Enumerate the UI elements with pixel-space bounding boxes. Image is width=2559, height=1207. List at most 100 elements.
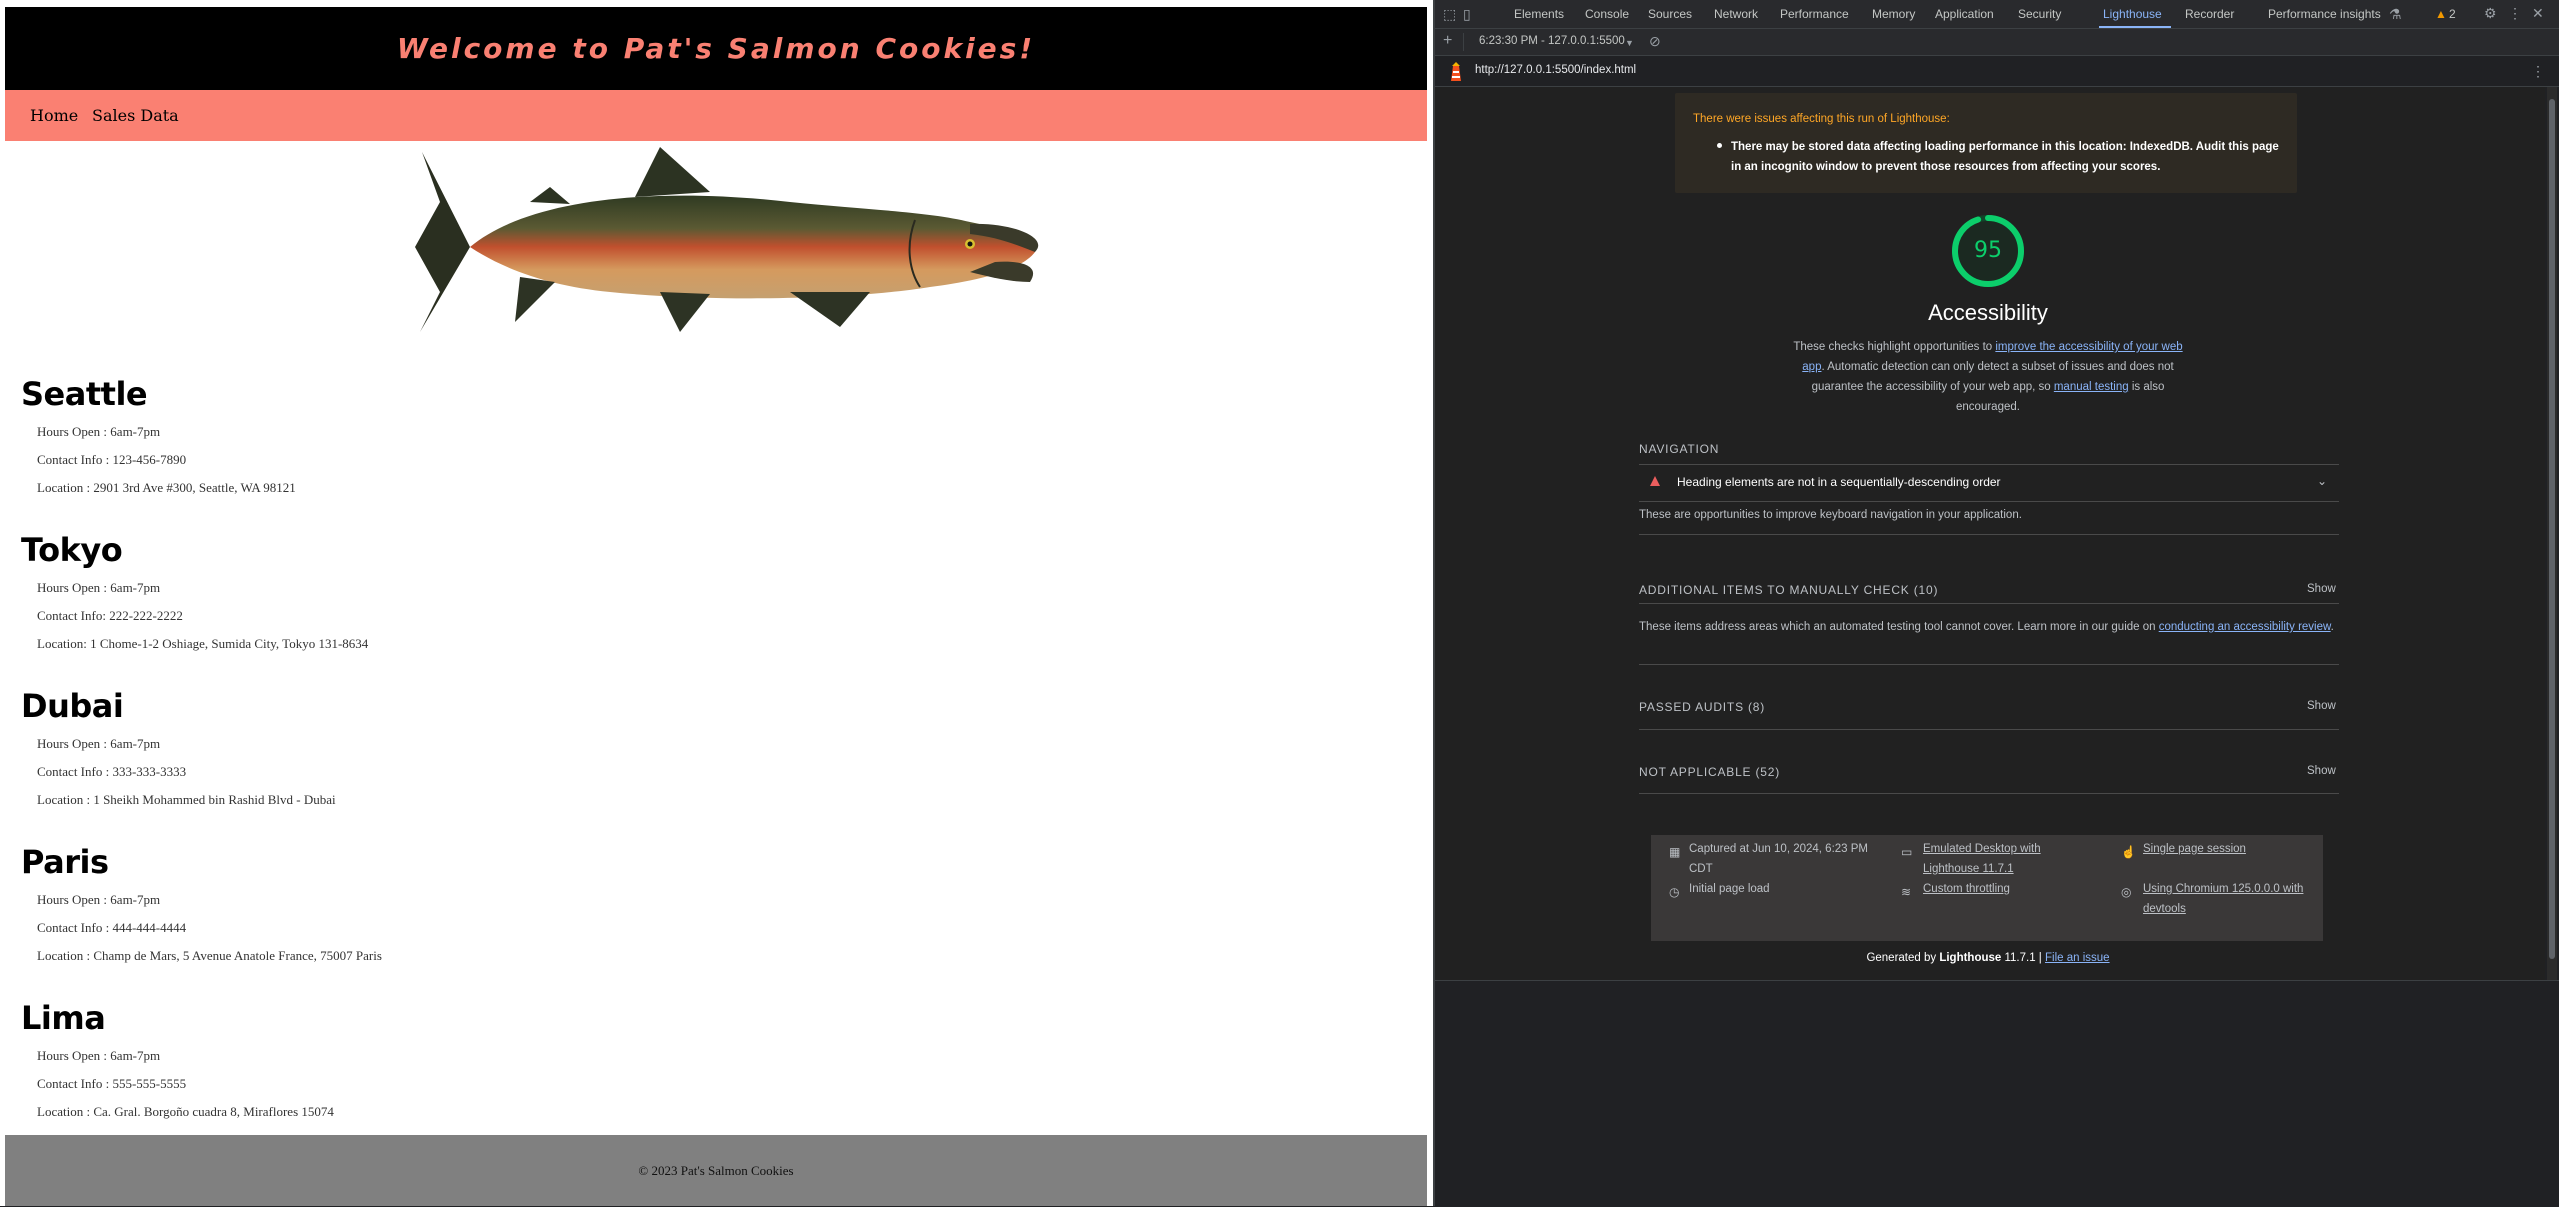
lighthouse-toolbar: + 6:23:30 PM - 127.0.0.1:5500 ▼ ⊘ [1435,29,2559,56]
manual-testing-link[interactable]: manual testing [2054,381,2129,393]
group-navigation-title: NAVIGATION [1639,442,1720,456]
group-not-applicable-title[interactable]: NOT APPLICABLE (52) [1639,765,1780,779]
lighthouse-report: There were issues affecting this run of … [1435,87,2545,980]
location-hours: Hours Open : 6am-7pm [37,1048,161,1063]
group-manual-title[interactable]: ADDITIONAL ITEMS TO MANUALLY CHECK (10) [1639,583,1938,597]
location-address: Location: 1 Chome-1-2 Oshiage, Sumida Ci… [37,636,369,651]
group-navigation-desc: These are opportunities to improve keybo… [1639,509,2022,521]
tab-network[interactable]: Network [1714,7,1758,21]
location-contact: Contact Info : 555-555-5555 [37,1076,187,1091]
location-hours: Hours Open : 6am-7pm [37,892,161,907]
inspect-element-icon[interactable]: ⬚ [1443,7,1456,21]
file-issue-link[interactable]: File an issue [2045,952,2110,964]
salmon-image [415,147,1039,332]
flask-icon: ⚗ [2389,6,2402,22]
meta-chromium-version[interactable]: Using Chromium 125.0.0.0 with devtools [2143,879,2318,919]
tab-memory[interactable]: Memory [1872,7,1915,21]
device-toolbar-icon[interactable]: ▯ [1463,7,1471,21]
description-text: These checks highlight opportunities to [1793,341,1996,353]
meta-single-session[interactable]: Single page session [2143,839,2246,859]
fail-triangle-icon [1650,476,1660,486]
devtools-empty-area [1435,980,2559,1207]
meta-throttling[interactable]: Custom throttling [1923,879,2010,899]
devtools-panel: ⬚ ▯ Elements Console Sources Network Per… [1435,0,2559,1207]
site-title: Welcome to Pat's Salmon Cookies! [396,32,1036,65]
accessibility-review-link[interactable]: conducting an accessibility review [2159,621,2331,633]
location-address: Location : Champ de Mars, 5 Avenue Anato… [37,948,382,963]
divider [1639,464,2339,465]
clear-reports-icon[interactable]: ⊘ [1649,34,1661,48]
report-menu-icon[interactable]: ⋮ [2531,64,2545,78]
run-warnings-box: There were issues affecting this run of … [1675,93,2297,193]
category-description: These checks highlight opportunities to … [1785,337,2191,417]
divider [1639,664,2339,665]
location-hours: Hours Open : 6am-7pm [37,424,161,439]
group-manual-desc: These items address areas which an autom… [1639,617,2339,637]
pointer-icon: ☝ [2121,845,2136,859]
location-address: Location : Ca. Gral. Borgoño cuadra 8, M… [37,1104,334,1119]
report-url: http://127.0.0.1:5500/index.html [1475,64,1637,76]
chevron-down-icon[interactable]: ⌄ [2317,474,2327,488]
tab-lighthouse[interactable]: Lighthouse [2103,7,2162,21]
audit-heading-order[interactable]: Heading elements are not in a sequential… [1639,468,2339,498]
location-hours: Hours Open : 6am-7pm [37,580,161,595]
footer-generated: Generated by [1866,952,1940,964]
divider [1639,603,2339,604]
meta-captured: Captured at Jun 10, 2024, 6:23 PM CDT [1689,843,1869,875]
location-address: Location : 2901 3rd Ave #300, Seattle, W… [37,480,296,495]
meta-emulated-desktop[interactable]: Emulated Desktop with Lighthouse 11.7.1 [1923,839,2073,879]
divider [1639,501,2339,502]
site-footer: © 2023 Pat's Salmon Cookies [5,1135,1427,1206]
calendar-icon: ▦ [1669,845,1681,859]
location-heading: Seattle [21,375,148,413]
report-scrollbar[interactable] [2547,87,2557,980]
tab-console[interactable]: Console [1585,7,1629,21]
report-session-select[interactable]: 6:23:30 PM - 127.0.0.1:5500 [1479,35,1625,47]
site-nav: Home Sales Data [5,90,1427,141]
divider [1639,793,2339,794]
location-heading: Paris [21,843,109,881]
settings-gear-icon[interactable]: ⚙ [2484,6,2497,20]
meta-initial-load: Initial page load [1689,883,1770,895]
divider [1639,729,2339,730]
tab-sources[interactable]: Sources [1648,7,1692,21]
active-tab-indicator [2099,26,2171,28]
toolbar-separator [1463,33,1464,51]
tab-recorder[interactable]: Recorder [2185,7,2234,21]
location-address: Location : 1 Sheikh Mohammed bin Rashid … [37,792,336,807]
close-icon[interactable]: ✕ [2532,6,2544,20]
location-lima: Lima Hours Open : 6am-7pm Contact Info :… [21,1000,921,1119]
group-passed-title[interactable]: PASSED AUDITS (8) [1639,700,1765,714]
tab-performance-insights[interactable]: Performance insights [2268,7,2381,21]
description-text: These items address areas which an autom… [1639,621,2159,633]
tab-application[interactable]: Application [1935,7,1994,21]
location-contact: Contact Info : 123-456-7890 [37,452,187,467]
location-heading: Dubai [21,687,124,725]
chevron-down-icon[interactable]: ▼ [1625,36,1634,50]
tab-performance[interactable]: Performance [1780,7,1849,21]
category-title: Accessibility [1928,300,2048,325]
warning-title: There were issues affecting this run of … [1693,113,1950,125]
issues-count[interactable]: 2 [2449,7,2456,21]
tab-elements[interactable]: Elements [1514,7,1564,21]
scrollbar-thumb[interactable] [2549,99,2555,959]
more-options-icon[interactable]: ⋮ [2508,6,2522,20]
tab-security[interactable]: Security [2018,7,2061,21]
devices-icon: ▭ [1901,845,1913,859]
site-header: Welcome to Pat's Salmon Cookies! [5,7,1427,90]
score-value: 95 [1974,238,2002,263]
nav-sales-data-link[interactable]: Sales Data [92,106,179,125]
nav-home-link[interactable]: Home [30,106,78,125]
devtools-tab-bar: ⬚ ▯ Elements Console Sources Network Per… [1435,0,2559,29]
description-text: . [2330,621,2334,633]
location-contact: Contact Info: 222-222-2222 [37,608,183,623]
passed-show-button[interactable]: Show [2307,700,2336,712]
lighthouse-logo-icon [1451,62,1461,81]
not-applicable-show-button[interactable]: Show [2307,765,2336,777]
audit-title: Heading elements are not in a sequential… [1677,475,2001,489]
wifi-icon: ≋ [1901,885,1912,899]
chromium-icon: ◎ [2121,885,2132,899]
new-report-plus-icon[interactable]: + [1443,33,1452,49]
warning-icon[interactable]: ▲ [2435,7,2447,21]
manual-show-button[interactable]: Show [2307,583,2336,595]
